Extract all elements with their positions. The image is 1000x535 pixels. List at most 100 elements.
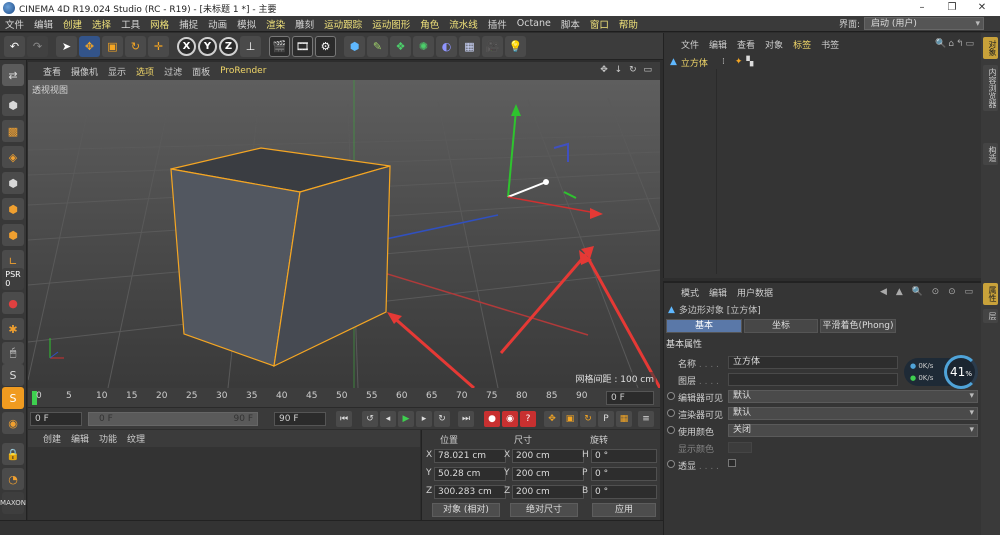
floor-icon[interactable]: ▦ <box>459 35 480 57</box>
checker-tag-icon[interactable]: ▚ <box>746 57 753 67</box>
material-menu-create[interactable]: 创建 <box>38 432 66 445</box>
menu-select[interactable]: 选择 <box>87 17 116 31</box>
viewport-menu-camera[interactable]: 摄像机 <box>66 65 103 78</box>
snap-icon[interactable]: ● <box>2 292 24 314</box>
redo-icon[interactable]: ↷ <box>27 35 48 57</box>
axis-z-toggle[interactable]: Z <box>219 36 238 56</box>
workflow-icon[interactable]: ✱ <box>2 318 24 340</box>
undo-button[interactable]: ↶ <box>4 35 25 57</box>
viewport-nav-icons[interactable]: ✥ ↓ ↻ ▭ <box>600 65 654 75</box>
texture-mode-icon[interactable]: ▩ <box>2 120 24 142</box>
minimize-button[interactable]: – <box>908 0 936 16</box>
pos-x-field[interactable]: 78.021 cm <box>434 449 506 463</box>
go-to-start-icon[interactable]: ⏮ <box>336 411 352 427</box>
right-tab-construct[interactable]: 构造 <box>983 143 998 165</box>
frame-range-slider[interactable]: 0 F 90 F <box>88 412 258 426</box>
scale-tool-icon[interactable]: ▣ <box>102 35 123 57</box>
lock-icon[interactable]: 🔒 <box>2 443 24 465</box>
menu-window[interactable]: 窗口 <box>585 17 614 31</box>
prev-frame-icon[interactable]: ◂ <box>380 411 396 427</box>
material-menu-texture[interactable]: 纹理 <box>122 432 150 445</box>
keyframe-selection-icon[interactable]: ? <box>520 411 536 427</box>
solo-hierarchy-icon[interactable]: S <box>2 387 24 409</box>
gizmo-y-arrow[interactable] <box>511 104 521 116</box>
size-mode-dropdown[interactable]: 绝对尺寸 <box>510 503 578 517</box>
autokey-icon[interactable]: ◉ <box>502 411 518 427</box>
menu-create[interactable]: 创建 <box>58 17 87 31</box>
right-tab-content-browser[interactable]: 内容浏览器 <box>983 65 998 111</box>
attr-display-color-swatch[interactable] <box>728 442 752 453</box>
attr-layer-field[interactable] <box>728 373 898 386</box>
attr-use-color-dropdown[interactable]: 关闭 <box>728 424 978 437</box>
menu-animate[interactable]: 动画 <box>203 17 232 31</box>
deformer-icon[interactable]: ◐ <box>436 35 457 57</box>
pos-y-field[interactable]: 50.28 cm <box>434 467 506 481</box>
material-menu-edit[interactable]: 编辑 <box>66 432 94 445</box>
size-z-field[interactable]: 200 cm <box>512 485 584 499</box>
record-keys-icon[interactable]: ● <box>484 411 500 427</box>
maximize-button[interactable]: ❐ <box>938 0 966 16</box>
menu-octane[interactable]: Octane <box>512 18 556 29</box>
timeline-ruler[interactable]: 0 5 10 15 20 25 30 35 40 45 50 55 60 65 70 75 80 85 90 0 F <box>28 388 660 407</box>
rot-p-field[interactable]: 0 ° <box>591 467 657 481</box>
edges-mode-icon[interactable]: ⬢ <box>2 198 24 220</box>
menu-mograph[interactable]: 运动图形 <box>367 17 415 31</box>
size-x-field[interactable]: 200 cm <box>512 449 584 463</box>
model-mode-icon[interactable]: ⬢ <box>2 94 24 116</box>
start-frame-field[interactable]: 0 F <box>30 412 82 426</box>
menu-render[interactable]: 渲染 <box>261 17 290 31</box>
object-menu-file[interactable]: 文件 <box>676 38 704 51</box>
render-view-icon[interactable]: 🎬 <box>269 35 290 57</box>
pos-z-field[interactable]: 300.283 cm <box>434 485 506 499</box>
coordinate-system-icon[interactable]: ⊥ <box>240 35 261 57</box>
close-button[interactable]: ✕ <box>968 0 996 16</box>
next-key-icon[interactable]: ↻ <box>434 411 450 427</box>
paint-icon[interactable]: ◔ <box>2 468 24 490</box>
solo-icon[interactable]: S <box>2 364 24 386</box>
rot-b-field[interactable]: 0 ° <box>591 485 657 499</box>
object-name[interactable]: 立方体 <box>681 56 708 69</box>
array-icon[interactable]: ✺ <box>413 35 434 57</box>
go-to-end-icon[interactable]: ⏭ <box>458 411 474 427</box>
tab-phong[interactable]: 平滑着色(Phong) <box>820 319 896 333</box>
viewport-menu-panel[interactable]: 面板 <box>187 65 215 78</box>
menu-plugins[interactable]: 插件 <box>483 17 512 31</box>
coord-mode-dropdown[interactable]: 对象 (相对) <box>432 503 500 517</box>
attr-editor-visible-dropdown[interactable]: 默认 <box>728 390 978 403</box>
apply-button[interactable]: 应用 <box>592 503 656 517</box>
key-scale-icon[interactable]: ▣ <box>562 411 578 427</box>
select-arrow-icon[interactable]: ➤ <box>56 35 77 57</box>
attribute-menu-edit[interactable]: 编辑 <box>704 286 732 299</box>
gizmo-y-axis[interactable] <box>507 109 517 198</box>
menu-character[interactable]: 角色 <box>415 17 444 31</box>
psr-icon[interactable]: PSR 0 <box>2 268 24 290</box>
menu-sculpt[interactable]: 雕刻 <box>290 17 319 31</box>
key-position-icon[interactable]: ✥ <box>544 411 560 427</box>
attribute-menu-userdata[interactable]: 用户数据 <box>732 286 778 299</box>
object-menu-edit[interactable]: 编辑 <box>704 38 732 51</box>
rot-h-field[interactable]: 0 ° <box>591 449 657 463</box>
object-menu-object[interactable]: 对象 <box>760 38 788 51</box>
transform-tool-icon[interactable]: ✛ <box>148 35 169 57</box>
key-pla-icon[interactable]: ▦ <box>616 411 632 427</box>
light-icon[interactable]: 💡 <box>505 35 526 57</box>
viewport-menu-prorender[interactable]: ProRender <box>215 66 271 76</box>
viewport-menu-options[interactable]: 选项 <box>131 65 159 78</box>
gizmo-z-axis[interactable] <box>507 181 547 198</box>
subdivision-icon[interactable]: ❖ <box>390 35 411 57</box>
object-menu-view[interactable]: 查看 <box>732 38 760 51</box>
menu-edit[interactable]: 编辑 <box>29 17 58 31</box>
menu-simulate[interactable]: 模拟 <box>232 17 261 31</box>
key-rotation-icon[interactable]: ↻ <box>580 411 596 427</box>
menu-mesh[interactable]: 网格 <box>145 17 174 31</box>
workplane-icon[interactable]: ◈ <box>2 146 24 168</box>
viewport-menu-display[interactable]: 显示 <box>103 65 131 78</box>
tab-basic[interactable]: 基本 <box>666 319 742 333</box>
play-icon[interactable]: ▶ <box>398 411 414 427</box>
menu-tools[interactable]: 工具 <box>116 17 145 31</box>
key-param-icon[interactable]: P <box>598 411 614 427</box>
next-frame-icon[interactable]: ▸ <box>416 411 432 427</box>
attribute-nav-icons[interactable]: ◀ ▲ 🔍 ⊙ ⊙ ▭ <box>880 287 976 297</box>
attr-name-field[interactable]: 立方体 <box>728 356 898 369</box>
make-editable-icon[interactable]: ⇄ <box>2 64 24 86</box>
